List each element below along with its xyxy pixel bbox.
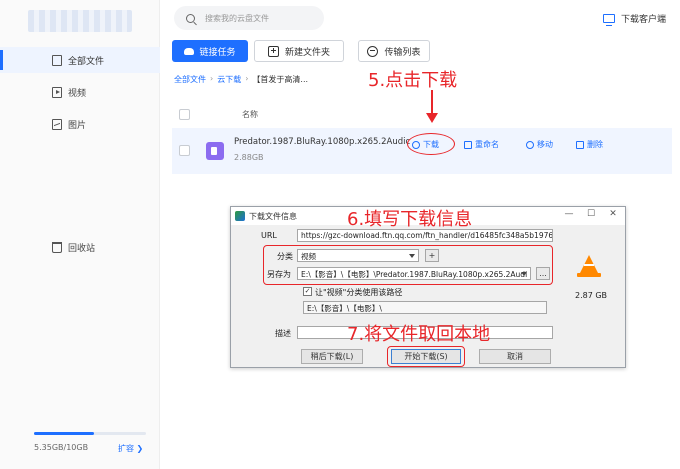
storage-progress-fill <box>34 432 94 435</box>
url-field[interactable]: https://gzc-download.ftn.qq.com/ftn_hand… <box>297 229 553 242</box>
video-file-icon <box>206 142 224 160</box>
sidebar-item-images[interactable]: 图片 <box>0 111 160 137</box>
storage-progress-bar <box>34 432 146 435</box>
description-label: 描述 <box>275 329 291 338</box>
breadcrumb-current: 【首发于高清... <box>252 75 309 84</box>
add-folder-icon <box>267 45 279 57</box>
vlc-stripe <box>584 264 594 266</box>
app-logo <box>28 10 132 32</box>
chevron-down-icon <box>520 269 529 278</box>
expand-storage-link[interactable]: 扩容 ❯ <box>118 443 143 454</box>
save-path-value: E:\【影音】\【电影】\Predator.1987.BluRay.1080p.… <box>301 270 528 279</box>
download-info-dialog: 下载文件信息 — ☐ ✕ 6.填写下载信息 URL https://gzc-do… <box>230 206 626 368</box>
category-label: 分类 <box>277 252 293 261</box>
trash-icon <box>576 140 584 149</box>
save-as-label: 另存为 <box>267 270 291 279</box>
download-client-button[interactable]: 下载客户端 <box>602 12 666 26</box>
sidebar: 全部文件 视频 图片 回收站 5.35GB/10GB 扩容 ❯ <box>0 0 160 469</box>
sidebar-item-label: 回收站 <box>68 243 96 254</box>
use-path-checkbox[interactable]: ✓ <box>303 287 312 296</box>
link-task-label: 链接任务 <box>199 47 236 58</box>
annotation-step7: 7.将文件取回本地 <box>347 324 491 345</box>
new-folder-label: 新建文件夹 <box>284 47 330 58</box>
annotation-highlight-circle <box>407 133 455 155</box>
row-checkbox[interactable] <box>179 145 190 156</box>
breadcrumb-separator: › <box>245 74 249 83</box>
transfer-list-button[interactable]: 传输列表 <box>358 40 430 62</box>
file-list-header: 名称 <box>172 104 672 124</box>
cloud-upload-icon <box>184 47 195 55</box>
move-button[interactable]: 移动 <box>526 139 553 150</box>
download-later-button[interactable]: 稍后下载(L) <box>301 349 363 364</box>
sidebar-item-video[interactable]: 视频 <box>0 79 160 105</box>
sidebar-item-recycle-bin[interactable]: 回收站 <box>0 234 160 260</box>
start-download-button[interactable]: 开始下载(S) <box>391 349 461 364</box>
minimize-button[interactable]: — <box>559 209 579 219</box>
edit-icon <box>464 140 472 149</box>
path-preview-field: E:\【影音】\【电影】\ <box>303 301 547 314</box>
rename-label: 重命名 <box>475 140 499 149</box>
file-icon <box>52 54 62 66</box>
file-size: 2.88GB <box>234 153 264 162</box>
sidebar-item-label: 视频 <box>68 88 87 99</box>
file-row[interactable]: Predator.1987.BluRay.1080p.x265.2Audic 2… <box>172 128 672 174</box>
storage-usage-text: 5.35GB/10GB <box>34 443 89 452</box>
annotation-step6: 6.填写下载信息 <box>347 209 473 230</box>
vlc-base <box>577 273 601 277</box>
name-column-header[interactable]: 名称 <box>242 109 258 120</box>
sidebar-item-label: 图片 <box>68 120 87 131</box>
add-category-button[interactable]: + <box>425 249 439 262</box>
breadcrumb: 全部文件 › 云下载 › 【首发于高清... <box>174 74 308 85</box>
search-icon <box>186 13 195 23</box>
dialog-title: 下载文件信息 <box>249 211 297 221</box>
video-icon <box>52 86 62 98</box>
file-size-label: 2.87 GB <box>575 291 608 300</box>
transfer-list-label: 传输列表 <box>384 47 421 58</box>
url-label: URL <box>261 231 277 240</box>
delete-label: 删除 <box>587 140 603 149</box>
browse-button[interactable]: ... <box>536 267 550 280</box>
select-all-checkbox[interactable] <box>179 108 190 120</box>
sidebar-item-label: 全部文件 <box>68 56 105 67</box>
move-icon <box>526 140 534 149</box>
monitor-icon <box>602 14 615 26</box>
download-client-label: 下载客户端 <box>620 15 666 25</box>
category-value: 视频 <box>301 252 316 261</box>
cancel-button[interactable]: 取消 <box>479 349 551 364</box>
search-placeholder: 搜索我的云盘文件 <box>205 13 269 23</box>
save-path-select[interactable]: E:\【影音】\【电影】\Predator.1987.BluRay.1080p.… <box>297 267 531 280</box>
vlc-icon <box>577 255 601 277</box>
breadcrumb-item[interactable]: 全部文件 <box>174 74 206 85</box>
use-path-label: 让"视频"分类使用该路径 <box>315 288 403 297</box>
file-name[interactable]: Predator.1987.BluRay.1080p.x265.2Audic <box>234 137 410 147</box>
category-select[interactable]: 视频 <box>297 249 419 262</box>
search-bar[interactable]: 搜索我的云盘文件 <box>174 6 324 30</box>
new-folder-button[interactable]: 新建文件夹 <box>254 40 344 62</box>
trash-icon <box>52 241 62 253</box>
annotation-step5: 5.点击下载 <box>368 70 458 91</box>
delete-button[interactable]: 删除 <box>576 139 603 150</box>
sidebar-item-all-files[interactable]: 全部文件 <box>0 47 160 73</box>
chevron-down-icon <box>408 251 417 260</box>
close-button[interactable]: ✕ <box>603 209 623 219</box>
image-icon <box>52 118 62 130</box>
breadcrumb-item[interactable]: 云下载 <box>217 74 241 85</box>
app-icon <box>235 211 245 221</box>
move-label: 移动 <box>537 140 553 149</box>
maximize-button[interactable]: ☐ <box>581 209 601 219</box>
rename-button[interactable]: 重命名 <box>464 139 499 150</box>
link-task-button[interactable]: 链接任务 <box>172 40 248 62</box>
transfer-icon <box>367 45 379 57</box>
breadcrumb-separator: › <box>210 74 214 83</box>
